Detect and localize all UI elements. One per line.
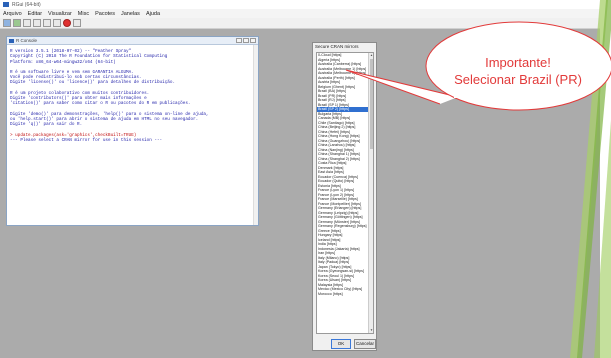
console-title: R Console [16, 38, 38, 43]
open-script-icon[interactable] [3, 19, 11, 27]
scroll-thumb[interactable] [370, 59, 373, 149]
menu-visualizar[interactable]: Visualizar [48, 11, 72, 17]
toolbar [0, 18, 600, 29]
callout-line-1: Importante! [485, 55, 551, 70]
mirror-list[interactable]: 0-Cloud [https] Algeria [https] Australia … [316, 52, 374, 334]
menu-ajuda[interactable]: Ajuda [146, 11, 160, 17]
mirror-item[interactable]: Germany (Göttingen) [https] [317, 215, 369, 220]
mirror-items: 0-Cloud [https] Algeria [https] Australia … [317, 53, 369, 296]
load-workspace-icon[interactable] [13, 19, 21, 27]
stop-icon[interactable] [63, 19, 71, 27]
console-window-controls [236, 38, 256, 43]
mirror-item[interactable]: Morocco [https] [317, 292, 369, 297]
cran-mirror-dialog: Secure CRAN mirrors 0-Cloud [https] Alger… [312, 42, 377, 351]
menu-janelas[interactable]: Janelas [121, 11, 140, 17]
scroll-up-icon[interactable]: ▲ [369, 53, 373, 58]
r-logo-icon [3, 2, 9, 7]
console-output[interactable]: R version 3.5.1 (2018-07-02) -- "Feather… [7, 45, 258, 143]
r-console-icon [9, 38, 14, 43]
console-message: --- Please select a CRAN mirror for use … [10, 137, 163, 143]
copy-icon[interactable] [33, 19, 41, 27]
title-bar: RGui (64-bit) [0, 0, 600, 9]
menu-bar: Arquivo Editar Visualizar Misc Pacotes J… [0, 9, 600, 18]
menu-pacotes[interactable]: Pacotes [95, 11, 115, 17]
menu-arquivo[interactable]: Arquivo [3, 11, 22, 17]
console-scrollbar[interactable] [253, 45, 258, 225]
ok-button[interactable]: OK [331, 339, 351, 349]
dialog-title: Secure CRAN mirrors [315, 44, 359, 49]
mirror-list-scrollbar[interactable]: ▲ ▼ [368, 53, 373, 333]
save-workspace-icon[interactable] [23, 19, 31, 27]
close-button[interactable] [250, 38, 256, 43]
console-window: R Console R version 3.5.1 (2018-07-02) -… [6, 36, 259, 226]
menu-editar[interactable]: Editar [28, 11, 42, 17]
copy-paste-icon[interactable] [53, 19, 61, 27]
maximize-button[interactable] [243, 38, 249, 43]
mirror-item[interactable]: Australia (Melbourne 2) [https] [317, 71, 369, 76]
callout-line-2: Selecionar Brazil (PR) [454, 72, 582, 87]
mirror-item[interactable]: Mexico (Mexico City) [https] [317, 287, 369, 292]
mirror-item[interactable]: Germany (Erlangen) [https] [317, 206, 369, 211]
minimize-button[interactable] [236, 38, 242, 43]
mirror-item[interactable]: Korea (Gyeongsan-si) [https] [317, 269, 369, 274]
window-title: RGui (64-bit) [12, 1, 41, 8]
callout-text: Importante! Selecionar Brazil (PR) [420, 54, 611, 88]
menu-misc[interactable]: Misc [78, 11, 89, 17]
console-title-bar: R Console [7, 37, 258, 45]
mirror-item[interactable]: Germany (Regensburg) [https] [317, 224, 369, 229]
paste-icon[interactable] [43, 19, 51, 27]
print-icon[interactable] [73, 19, 81, 27]
cancel-button[interactable]: Cancelar [354, 339, 376, 349]
scroll-down-icon[interactable]: ▼ [369, 328, 373, 333]
